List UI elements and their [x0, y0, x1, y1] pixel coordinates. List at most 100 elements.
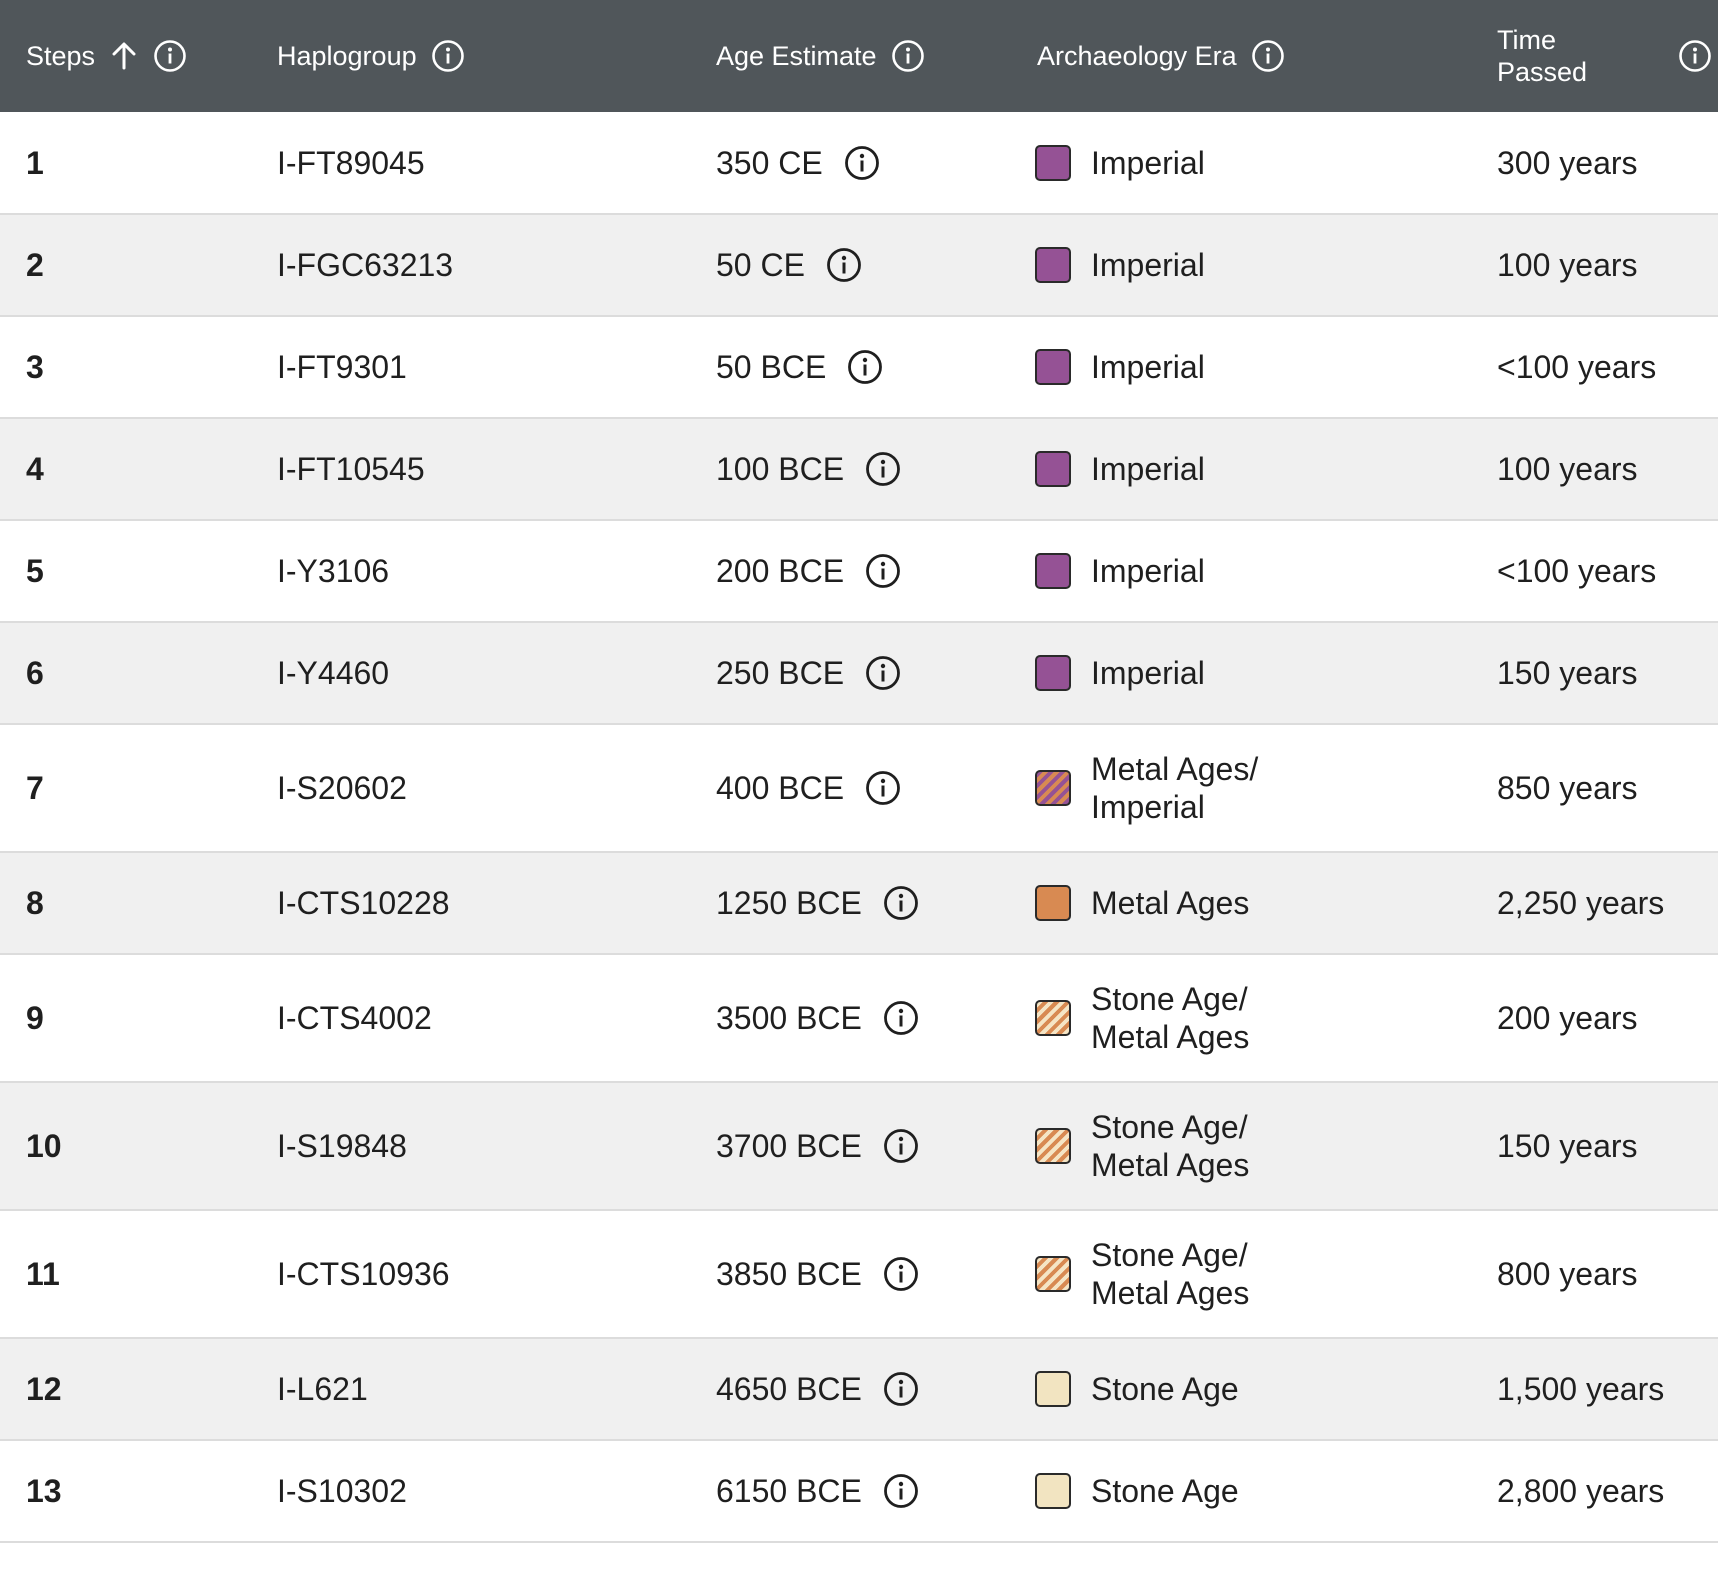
table-row[interactable]: 13 I-S10302 6150 BCE Stone Age 2,800 years [0, 1440, 1718, 1542]
info-icon[interactable] [882, 1472, 920, 1510]
archaeology-era-cell: Metal Ages [1035, 852, 1497, 954]
table-row[interactable]: 7 I-S20602 400 BCE Metal Ages/ Imperial 850 … [0, 724, 1718, 852]
info-icon[interactable] [882, 884, 920, 922]
table-row[interactable]: 10 I-S19848 3700 BCE Stone Age/ Metal Ages 1… [0, 1082, 1718, 1210]
haplogroup-cell[interactable]: I-FT89045 [277, 112, 716, 214]
archaeology-era-cell: Imperial [1035, 520, 1497, 622]
era-label: Imperial [1091, 349, 1205, 385]
info-icon[interactable] [431, 39, 465, 73]
haplogroup-cell[interactable]: I-FGC63213 [277, 214, 716, 316]
info-icon[interactable] [864, 552, 902, 590]
haplogroup-cell[interactable]: I-S10302 [277, 1440, 716, 1542]
era-color-swatch [1035, 553, 1071, 589]
table-row[interactable]: 4 I-FT10545 100 BCE Imperial 100 years [0, 418, 1718, 520]
info-icon[interactable] [891, 39, 925, 73]
info-icon[interactable] [1678, 39, 1712, 73]
time-passed-cell: 2,800 years [1497, 1473, 1665, 1509]
age-estimate-cell: 1250 BCE [716, 852, 1037, 954]
time-passed-cell: 100 years [1497, 247, 1638, 283]
age-estimate-value: 6150 BCE [716, 1473, 862, 1509]
table-row[interactable]: 8 I-CTS10228 1250 BCE Metal Ages 2,250 years [0, 852, 1718, 954]
step-cell: 3 [26, 349, 44, 385]
table-row[interactable]: 6 I-Y4460 250 BCE Imperial 150 years [0, 622, 1718, 724]
age-estimate-cell: 400 BCE [716, 724, 1037, 852]
info-icon[interactable] [882, 999, 920, 1037]
table-row[interactable]: 1 I-FT89045 350 CE Imperial 300 years [0, 112, 1718, 214]
era-label: Imperial [1091, 655, 1205, 691]
time-passed-cell: 300 years [1497, 144, 1638, 181]
haplogroup-cell[interactable]: I-CTS10936 [277, 1210, 716, 1338]
step-cell: 5 [26, 553, 44, 589]
era-label: Stone Age/ Metal Ages [1091, 1109, 1250, 1183]
age-estimate-header-label: Age Estimate [716, 41, 877, 71]
info-icon[interactable] [864, 654, 902, 692]
haplogroup-cell[interactable]: I-CTS4002 [277, 954, 716, 1082]
age-estimate-value: 1250 BCE [716, 885, 862, 921]
column-header-haplogroup[interactable]: Haplogroup [277, 0, 716, 112]
age-estimate-cell: 6150 BCE [716, 1440, 1037, 1542]
table-row[interactable]: 12 I-L621 4650 BCE Stone Age 1,500 years [0, 1338, 1718, 1440]
era-label: Stone Age/ Metal Ages [1091, 981, 1250, 1055]
age-estimate-value: 50 CE [716, 247, 805, 283]
table-row[interactable]: 3 I-FT9301 50 BCE Imperial <100 years [0, 316, 1718, 418]
age-estimate-cell: 350 CE [716, 112, 1037, 214]
table-row[interactable]: 2 I-FGC63213 50 CE Imperial 100 years [0, 214, 1718, 316]
info-icon[interactable] [882, 1255, 920, 1293]
age-estimate-cell: 3500 BCE [716, 954, 1037, 1082]
info-icon[interactable] [864, 450, 902, 488]
column-header-steps[interactable]: Steps [0, 0, 277, 112]
sort-ascending-icon[interactable] [109, 41, 139, 71]
era-color-swatch [1035, 1473, 1071, 1509]
time-passed-cell: 200 years [1497, 1000, 1638, 1036]
haplogroup-cell[interactable]: I-Y4460 [277, 622, 716, 724]
era-label: Imperial [1091, 553, 1205, 589]
step-cell: 2 [26, 247, 44, 283]
era-color-swatch [1035, 349, 1071, 385]
haplogroup-cell[interactable]: I-CTS10228 [277, 852, 716, 954]
archaeology-era-cell: Stone Age [1035, 1338, 1497, 1440]
era-label: Imperial [1091, 247, 1205, 283]
haplogroup-cell[interactable]: I-FT10545 [277, 418, 716, 520]
archaeology-era-cell: Imperial [1035, 112, 1497, 214]
haplogroup-cell[interactable]: I-S20602 [277, 724, 716, 852]
haplogroup-cell[interactable]: I-S19848 [277, 1082, 716, 1210]
archaeology-era-cell: Imperial [1035, 214, 1497, 316]
column-header-time-passed[interactable]: Time Passed [1497, 0, 1718, 112]
table-row[interactable]: 9 I-CTS4002 3500 BCE Stone Age/ Metal Ages 2… [0, 954, 1718, 1082]
age-estimate-value: 4650 BCE [716, 1371, 862, 1407]
era-color-swatch [1035, 144, 1071, 181]
era-color-swatch [1035, 770, 1071, 806]
haplogroup-cell[interactable]: I-Y3106 [277, 520, 716, 622]
age-estimate-value: 400 BCE [716, 770, 845, 806]
age-estimate-value: 3500 BCE [716, 1000, 862, 1036]
age-estimate-cell: 4650 BCE [716, 1338, 1037, 1440]
info-icon[interactable] [153, 39, 187, 73]
age-estimate-cell: 100 BCE [716, 418, 1037, 520]
steps-header-label: Steps [26, 41, 96, 71]
column-header-archaeology-era[interactable]: Archaeology Era [1037, 0, 1497, 112]
time-passed-header-label: Time Passed [1497, 25, 1588, 87]
era-color-swatch [1035, 451, 1071, 487]
step-cell: 12 [26, 1371, 62, 1407]
info-icon[interactable] [1251, 39, 1285, 73]
haplogroup-table: Steps Haplogroup Age Estimate Archaeolog… [0, 0, 1718, 1543]
info-icon[interactable] [846, 348, 884, 386]
step-cell: 13 [26, 1473, 62, 1509]
haplogroup-cell[interactable]: I-FT9301 [277, 316, 716, 418]
info-icon[interactable] [843, 144, 881, 182]
archaeology-era-cell: Imperial [1035, 418, 1497, 520]
haplogroup-cell[interactable]: I-L621 [277, 1338, 716, 1440]
age-estimate-cell: 3850 BCE [716, 1210, 1037, 1338]
era-label: Imperial [1091, 144, 1205, 181]
step-cell: 11 [26, 1256, 60, 1292]
info-icon[interactable] [882, 1370, 920, 1408]
info-icon[interactable] [825, 246, 863, 284]
table-row[interactable]: 5 I-Y3106 200 BCE Imperial <100 years [0, 520, 1718, 622]
table-row[interactable]: 11 I-CTS10936 3850 BCE Stone Age/ Metal Age… [0, 1210, 1718, 1338]
archaeology-era-cell: Imperial [1035, 316, 1497, 418]
column-header-age-estimate[interactable]: Age Estimate [716, 0, 1037, 112]
info-icon[interactable] [864, 769, 902, 807]
age-estimate-cell: 3700 BCE [716, 1082, 1037, 1210]
info-icon[interactable] [882, 1127, 920, 1165]
step-cell: 1 [26, 144, 44, 181]
